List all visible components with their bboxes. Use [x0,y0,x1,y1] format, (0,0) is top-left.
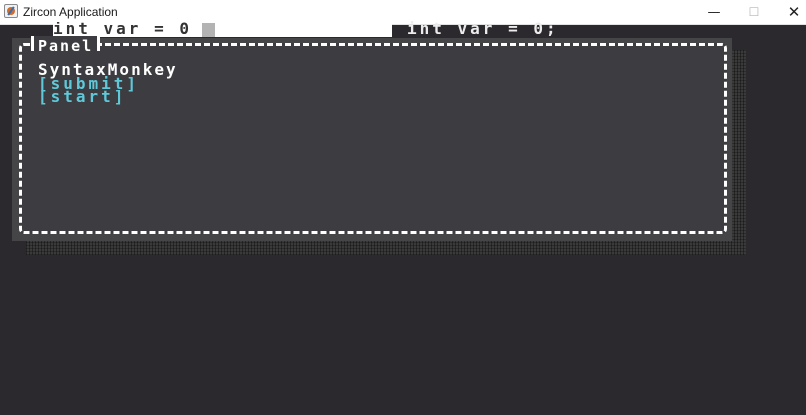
java-app-icon [4,4,18,18]
start-button[interactable]: [start] [38,89,126,105]
code-text-area[interactable]: int var = 0 [53,22,392,37]
maximize-button[interactable]: ☐ [734,0,774,24]
panel-title-tab: Panel [31,36,101,54]
close-button[interactable]: ✕ [774,0,806,24]
panel-title: Panel [38,37,94,55]
window-title: Zircon Application [23,5,118,19]
code-preview-label: int var = 0; [407,19,559,38]
text-area-value: int var = 0 [53,22,192,37]
minimize-button[interactable]: — [694,0,734,24]
text-cursor [202,23,215,37]
